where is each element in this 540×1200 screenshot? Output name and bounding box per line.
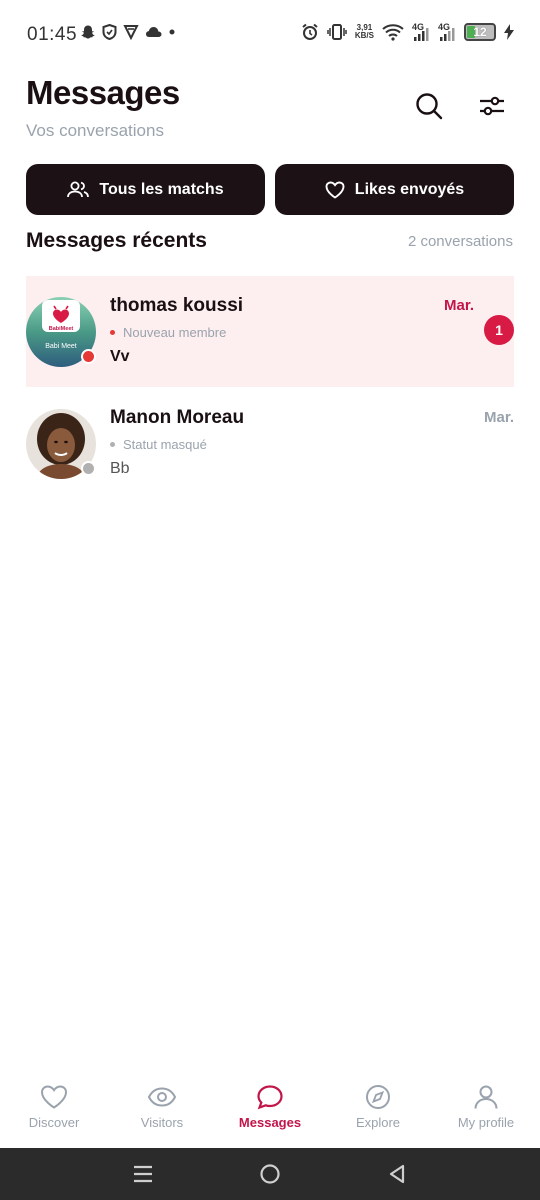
message-preview: Vv	[110, 348, 130, 365]
sliders-icon	[480, 96, 504, 116]
notification-icons	[80, 24, 175, 40]
nav-my-profile-label: My profile	[457, 1115, 515, 1130]
avatar	[26, 409, 96, 479]
contact-status: Nouveau membre	[110, 325, 226, 340]
message-preview: Bb	[110, 460, 130, 477]
cellular-signal-2: 4G	[438, 22, 456, 42]
status-bar: 01:45 3,91 KB/S 4G 4G 12	[0, 0, 540, 70]
contact-status: Statut masqué	[110, 437, 207, 452]
message-date: Mar.	[483, 409, 514, 426]
presence-dot	[81, 461, 96, 476]
back-button[interactable]	[382, 1159, 412, 1189]
contact-status-label: Nouveau membre	[123, 325, 227, 340]
page-subtitle: Vos conversations	[26, 121, 164, 140]
page-title: Messages	[26, 74, 180, 111]
conversation-item[interactable]: Manon Moreau Statut masqué Bb Mar.	[26, 388, 514, 499]
contact-status-label: Statut masqué	[123, 437, 207, 452]
vibrate-icon	[327, 24, 347, 40]
all-matches-button[interactable]: Tous les matchs	[26, 164, 265, 215]
heart-icon	[40, 1085, 68, 1109]
avatar-caption: Babi Meet	[45, 343, 77, 350]
nav-my-profile[interactable]: My profile	[432, 1068, 540, 1148]
presence-dot	[81, 349, 96, 364]
network-speed-unit: KB/S	[354, 31, 374, 40]
home-circle-icon	[260, 1164, 280, 1184]
bottom-navigation: Discover Visitors Messages Explore My pr…	[0, 1068, 540, 1148]
shield-icon	[102, 24, 117, 40]
nav-discover-label: Discover	[28, 1115, 80, 1130]
status-dot	[110, 442, 115, 447]
more-dot-icon	[169, 29, 175, 35]
babimeet-logo-text: BabiMeet	[49, 326, 74, 332]
alarm-icon	[302, 23, 318, 40]
signal-bars-icon	[440, 28, 455, 41]
cloud-icon	[146, 27, 162, 37]
system-navigation-bar	[0, 1148, 540, 1200]
home-button[interactable]	[255, 1159, 285, 1189]
conversation-count: 2 conversations	[407, 233, 513, 250]
search-button[interactable]	[411, 88, 447, 124]
nav-messages[interactable]: Messages	[216, 1068, 324, 1148]
signal-bars-icon	[414, 28, 429, 41]
snapchat-icon	[81, 25, 95, 39]
search-icon	[416, 93, 443, 120]
sent-likes-label: Likes envoyés	[354, 180, 465, 198]
conversation-item[interactable]: BabiMeet Babi Meet thomas koussi Nouveau…	[26, 276, 514, 387]
compass-icon	[366, 1085, 390, 1109]
wifi-icon	[382, 24, 404, 41]
users-icon	[67, 181, 90, 197]
sent-likes-button[interactable]: Likes envoyés	[275, 164, 514, 215]
status-dot	[110, 330, 115, 335]
eye-icon	[147, 1087, 177, 1107]
avatar: BabiMeet Babi Meet	[26, 297, 96, 367]
battery-level: 12	[473, 25, 487, 39]
system-icons: 3,91 KB/S 4G 4G 12	[301, 22, 514, 42]
network-speed: 3,91 KB/S	[355, 24, 374, 40]
all-matches-label: Tous les matchs	[99, 180, 224, 198]
nav-visitors-label: Visitors	[140, 1115, 184, 1130]
nav-explore-label: Explore	[355, 1115, 401, 1130]
vpn-shield-icon	[123, 25, 139, 40]
menu-lines-icon	[134, 1165, 153, 1183]
contact-name: thomas koussi	[110, 295, 244, 316]
contact-name: Manon Moreau	[110, 407, 245, 428]
cellular-signal-1: 4G	[412, 22, 430, 42]
recent-apps-button[interactable]	[128, 1159, 158, 1189]
status-time: 01:45	[27, 24, 78, 45]
nav-discover[interactable]: Discover	[0, 1068, 108, 1148]
back-triangle-icon	[389, 1164, 404, 1184]
charging-bolt-icon	[504, 24, 514, 40]
message-date: Mar.	[443, 297, 474, 314]
nav-messages-label: Messages	[238, 1115, 302, 1130]
battery-indicator: 12	[464, 23, 496, 41]
chat-bubble-icon	[257, 1085, 283, 1110]
heart-icon	[325, 181, 345, 199]
section-title: Messages récents	[26, 229, 207, 252]
user-icon	[474, 1085, 498, 1109]
unread-badge: 1	[484, 315, 514, 345]
nav-visitors[interactable]: Visitors	[108, 1068, 216, 1148]
nav-explore[interactable]: Explore	[324, 1068, 432, 1148]
filter-button[interactable]	[474, 88, 510, 124]
